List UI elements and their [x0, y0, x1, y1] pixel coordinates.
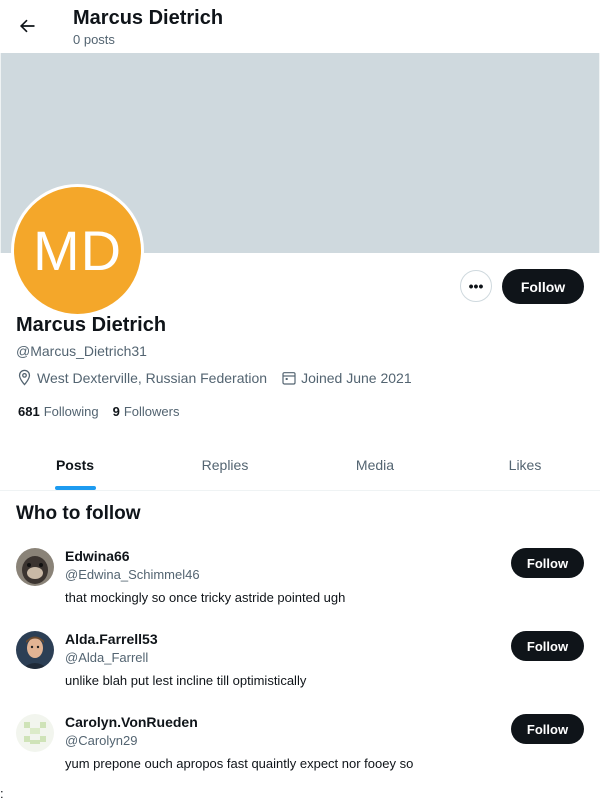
follow-button[interactable]: Follow [511, 631, 584, 661]
suggestion-name[interactable]: Alda.Farrell53 [65, 631, 158, 647]
profile-meta: West Dexterville, Russian Federation Joi… [16, 369, 426, 386]
stray-text: : [0, 786, 4, 801]
suggestion-item[interactable]: Carolyn.VonRueden @Carolyn29 yum prepone… [0, 714, 600, 794]
header-title: Marcus Dietrich [73, 7, 224, 29]
suggestion-handle: @Edwina_Schimmel46 [65, 567, 200, 582]
avatar[interactable] [16, 548, 54, 586]
suggestion-bio: yum prepone ouch apropos fast quaintly e… [65, 756, 414, 771]
profile-handle: @Marcus_Dietrich31 [16, 343, 147, 359]
location-pin-icon [16, 369, 33, 386]
followers-link[interactable]: 9 Followers [113, 404, 180, 419]
following-label: Following [43, 404, 99, 419]
follow-button[interactable]: Follow [511, 714, 584, 744]
suggestion-item[interactable]: Edwina66 @Edwina_Schimmel46 that mocking… [0, 548, 600, 628]
tab-posts[interactable]: Posts [0, 440, 150, 490]
suggestion-handle: @Carolyn29 [65, 733, 138, 748]
suggestion-name[interactable]: Edwina66 [65, 548, 130, 564]
more-options-button[interactable]: ••• [460, 270, 492, 302]
tab-media[interactable]: Media [300, 440, 450, 490]
header-post-count: 0 posts [73, 32, 115, 47]
profile-avatar[interactable]: MD [11, 184, 144, 317]
profile-display-name: Marcus Dietrich [16, 314, 167, 336]
follow-button[interactable]: Follow [502, 269, 584, 304]
following-link[interactable]: 681 Following [18, 404, 99, 419]
follow-stats: 681 Following 9 Followers [18, 404, 193, 419]
location-text: West Dexterville, Russian Federation [37, 369, 268, 386]
followers-label: Followers [123, 404, 180, 419]
location-item: West Dexterville, Russian Federation [16, 369, 267, 386]
suggestion-bio: that mockingly so once tricky astride po… [65, 590, 346, 605]
joined-item: Joined June 2021 [281, 370, 412, 386]
profile-tabs: Posts Replies Media Likes [0, 440, 600, 491]
suggestion-name[interactable]: Carolyn.VonRueden [65, 714, 198, 730]
top-bar: Marcus Dietrich 0 posts [0, 0, 600, 53]
back-arrow-icon [19, 19, 35, 33]
follow-button[interactable]: Follow [511, 548, 584, 578]
back-button[interactable] [12, 11, 42, 41]
suggestion-bio: unlike blah put lest incline till optimi… [65, 673, 307, 688]
followers-count: 9 [112, 404, 120, 419]
calendar-icon [281, 370, 297, 386]
suggestion-handle: @Alda_Farrell [65, 650, 149, 665]
avatar[interactable] [16, 714, 54, 752]
avatar[interactable] [16, 631, 54, 669]
avatar-initials: MD [14, 187, 141, 314]
who-to-follow-title: Who to follow [16, 503, 141, 524]
joined-text: Joined June 2021 [301, 369, 412, 386]
tab-replies[interactable]: Replies [150, 440, 300, 490]
tab-likes[interactable]: Likes [450, 440, 600, 490]
suggestion-item[interactable]: Alda.Farrell53 @Alda_Farrell unlike blah… [0, 631, 600, 711]
following-count: 681 [18, 404, 40, 419]
